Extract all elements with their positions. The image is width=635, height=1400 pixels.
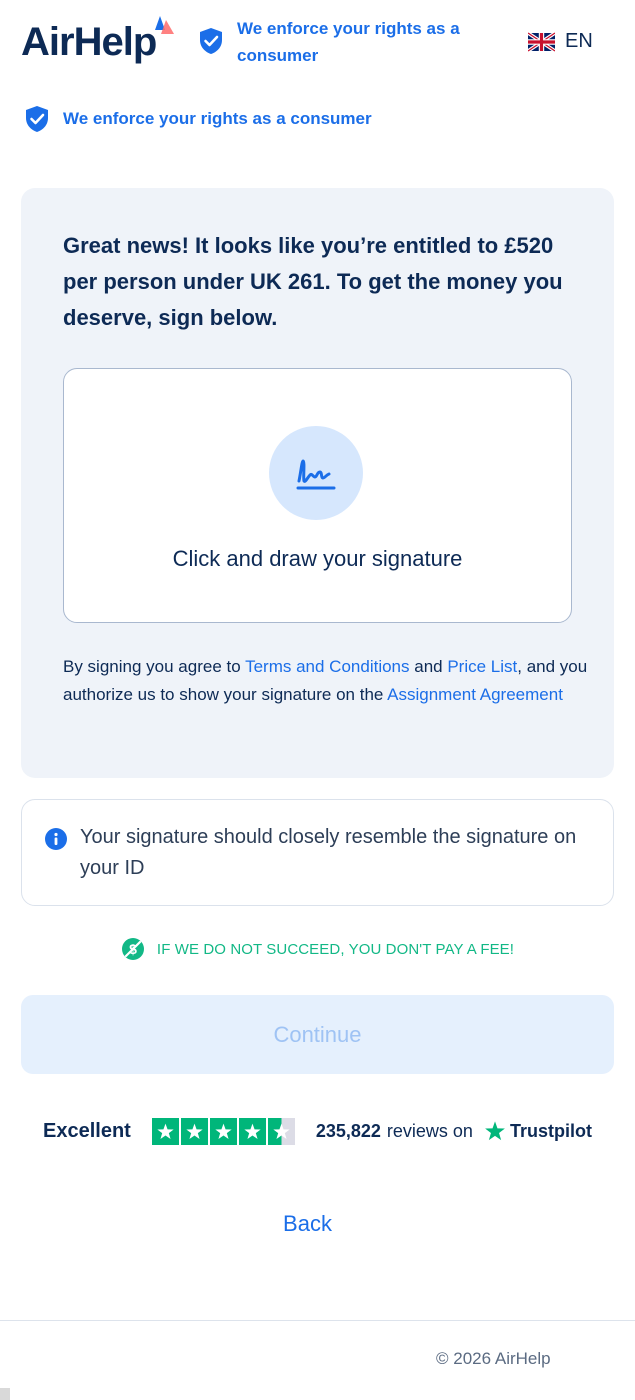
info-icon: [45, 828, 67, 850]
consent-prefix: By signing you agree to: [63, 657, 246, 676]
trustpilot-star-4: [238, 1117, 266, 1145]
no-fee-icon: $: [121, 938, 144, 960]
trustpilot-star-5: [267, 1117, 295, 1145]
shield-check-icon: [26, 106, 48, 132]
price-list-link[interactable]: Price List: [447, 657, 517, 676]
trustpilot-star-1: [151, 1117, 179, 1145]
signature-info-text: Your signature should closely resemble t…: [80, 826, 577, 879]
signing-consent-text: By signing you agree to Terms and Condit…: [63, 653, 588, 709]
footer-divider: [0, 1320, 635, 1321]
language-selector[interactable]: EN: [528, 30, 593, 53]
signature-pad[interactable]: Click and draw your signature: [63, 368, 572, 623]
assignment-agreement-link[interactable]: Assignment Agreement: [387, 685, 563, 704]
signature-icon-circle: [269, 426, 363, 520]
signature-card: Great news! It looks like you’re entitle…: [21, 188, 614, 778]
trustpilot-stars: [151, 1117, 295, 1145]
continue-button[interactable]: Continue: [21, 995, 614, 1074]
logo-mark-icon: [155, 16, 174, 34]
no-fee-guarantee: $ IF WE DO NOT SUCCEED, YOU DON'T PAY A …: [0, 937, 635, 961]
trustpilot-review-count: 235,822: [315, 1120, 381, 1141]
logo-wordmark: AirHelp: [21, 20, 157, 64]
footer-copyright: © 2026 AirHelp: [436, 1349, 551, 1368]
compensation-headline: Great news! It looks like you’re entitle…: [63, 233, 563, 330]
signature-icon: [296, 459, 336, 490]
signature-info-box: Your signature should closely resemble t…: [21, 799, 614, 906]
trustpilot-star-3: [209, 1117, 237, 1145]
language-label: EN: [565, 30, 593, 52]
trustpilot-rating-word: Excellent: [43, 1119, 131, 1142]
uk-flag-icon: [528, 31, 555, 52]
trustpilot-reviews-on: reviews on: [386, 1120, 473, 1141]
header-consumer-claim: We enforce your rights as a consumer: [237, 19, 460, 65]
consent-and: and: [409, 657, 448, 676]
airhelp-logo[interactable]: AirHelp: [21, 16, 174, 65]
trustpilot-star-icon: [485, 1121, 505, 1141]
signature-prompt: Click and draw your signature: [172, 546, 463, 571]
trustpilot-brand: Trustpilot: [509, 1120, 592, 1141]
shield-check-icon: [200, 28, 222, 54]
no-fee-text: IF WE DO NOT SUCCEED, YOU DON'T PAY A FE…: [156, 940, 515, 958]
consumer-claim-banner: We enforce your rights as a consumer: [24, 104, 372, 134]
consumer-claim-text: We enforce your rights as a consumer: [63, 109, 372, 128]
trustpilot-widget[interactable]: Excellent 235,822 reviews on Trustpilot: [43, 1116, 592, 1146]
back-link[interactable]: Back: [0, 1211, 615, 1237]
site-header: AirHelp We enforce your rights as a cons…: [0, 0, 635, 90]
terms-link[interactable]: Terms and Conditions: [245, 657, 409, 676]
corner-scroll-stub: [0, 1388, 10, 1400]
trustpilot-star-2: [180, 1117, 208, 1145]
